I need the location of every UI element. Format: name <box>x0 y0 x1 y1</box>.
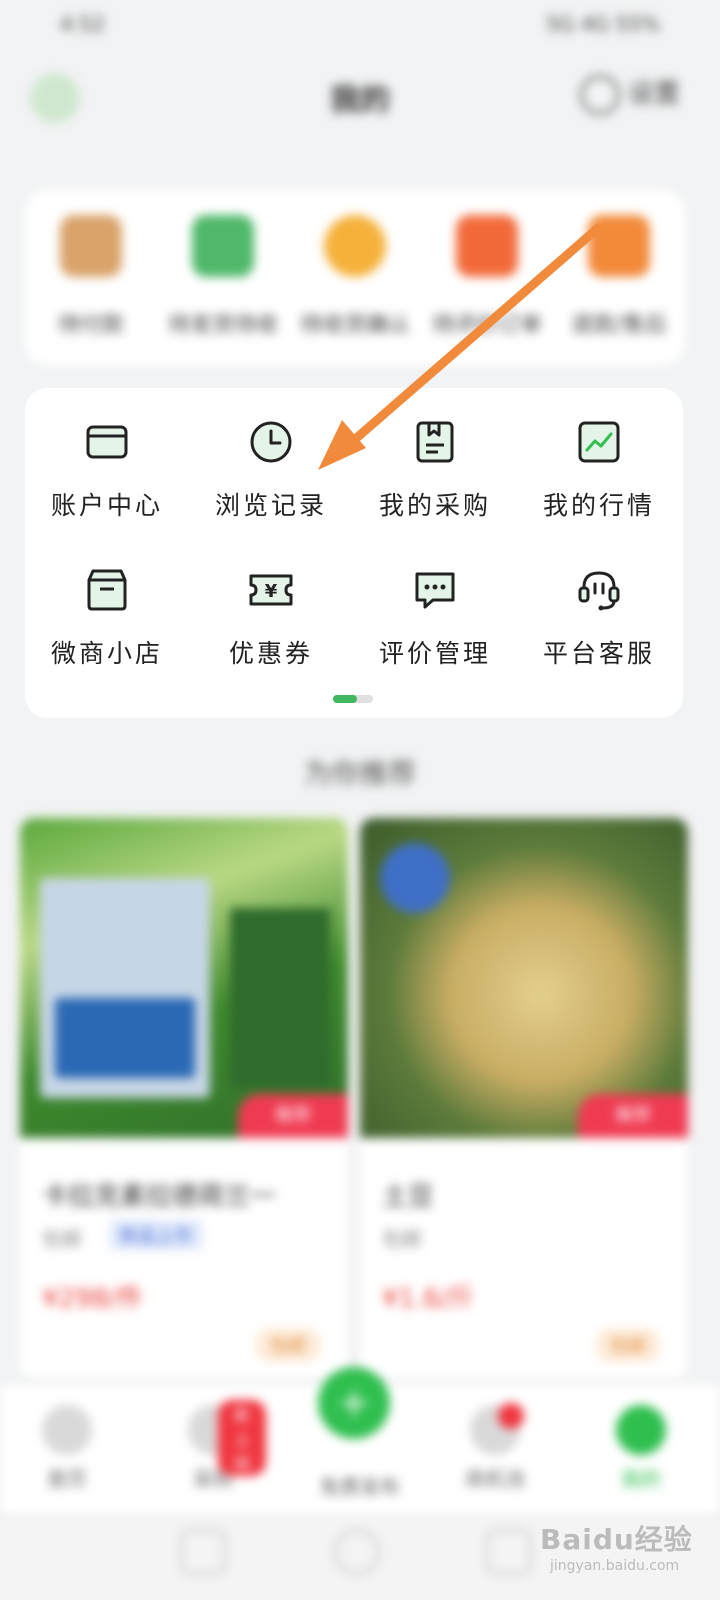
page-indicator <box>333 695 373 703</box>
promo-tag: 推荐 <box>238 1094 348 1138</box>
publish-button[interactable]: + <box>318 1367 390 1439</box>
notification-dot <box>498 1403 524 1429</box>
svg-text:¥: ¥ <box>265 581 278 602</box>
product-card[interactable]: 推荐 卡拉克素拉德荷兰一 包邮 新品上市 ¥298/件 包邮 <box>20 818 348 1378</box>
tab-label: 首页 <box>47 1467 87 1491</box>
page-indicator-active <box>333 695 357 703</box>
product-card[interactable]: 推荐 土豆 包邮 ¥1.6/斤 包邮 <box>360 818 688 1378</box>
person-icon <box>616 1405 666 1455</box>
chat-icon <box>415 572 455 609</box>
product-title: 土豆 <box>382 1182 435 1212</box>
watermark-logo: Baidu经验 <box>540 1523 693 1556</box>
service-coupons[interactable]: ¥ 优惠券 <box>189 566 353 670</box>
bottom-tab-bar: 首页 新上线 采购 + 免费发布 商机池 我的 <box>0 1367 720 1515</box>
product-price: ¥1.6/斤 <box>382 1284 475 1314</box>
service-micro-shop[interactable]: 微商小店 <box>25 566 189 670</box>
product-image: 推荐 <box>20 818 348 1138</box>
product-shipping: 包邮 <box>42 1227 82 1251</box>
menu-nav-button[interactable] <box>180 1529 226 1575</box>
annotation-arrow <box>318 223 603 470</box>
service-customer-support[interactable]: 平台客服 <box>517 566 681 670</box>
product-image: 推荐 <box>360 818 688 1138</box>
coupon-icon: ¥ <box>249 574 293 606</box>
tab-label: 我的 <box>621 1467 661 1491</box>
shop-icon <box>87 569 127 611</box>
tab-opportunities[interactable]: 商机池 <box>450 1403 540 1492</box>
product-shipping: 包邮 <box>382 1227 422 1251</box>
service-label: 平台客服 <box>542 639 655 668</box>
tab-purchase[interactable]: 新上线 采购 <box>168 1400 267 1492</box>
watermark: Baidu经验 jingyan.baidu.com <box>540 1518 693 1574</box>
recommend-title: 为你推荐 <box>303 757 416 790</box>
tab-label: 免费发布 <box>320 1475 400 1499</box>
tab-label: 商机池 <box>465 1467 525 1491</box>
service-review-management[interactable]: 评价管理 <box>353 566 517 670</box>
tab-mine[interactable]: 我的 <box>596 1405 686 1492</box>
headset-icon <box>578 571 620 611</box>
product-title: 卡拉克素拉德荷兰一 <box>42 1182 277 1212</box>
home-nav-button[interactable] <box>334 1529 380 1575</box>
product-badge: 新品上市 <box>110 1220 202 1250</box>
service-label: 优惠券 <box>228 639 313 668</box>
promo-tag: 推荐 <box>578 1094 688 1138</box>
tab-publish[interactable]: 免费发布 <box>300 1463 420 1500</box>
service-label: 评价管理 <box>378 639 491 668</box>
product-price: ¥298/件 <box>42 1284 143 1314</box>
service-label: 微商小店 <box>50 639 163 668</box>
product-chip: 包邮 <box>596 1328 660 1362</box>
new-badge: 新上线 <box>218 1400 267 1476</box>
watermark-url: jingyan.baidu.com <box>550 1558 680 1574</box>
tab-home[interactable]: 首页 <box>22 1405 112 1492</box>
product-chip: 包邮 <box>256 1328 320 1362</box>
back-nav-button[interactable] <box>486 1529 532 1575</box>
home-icon <box>42 1405 92 1455</box>
